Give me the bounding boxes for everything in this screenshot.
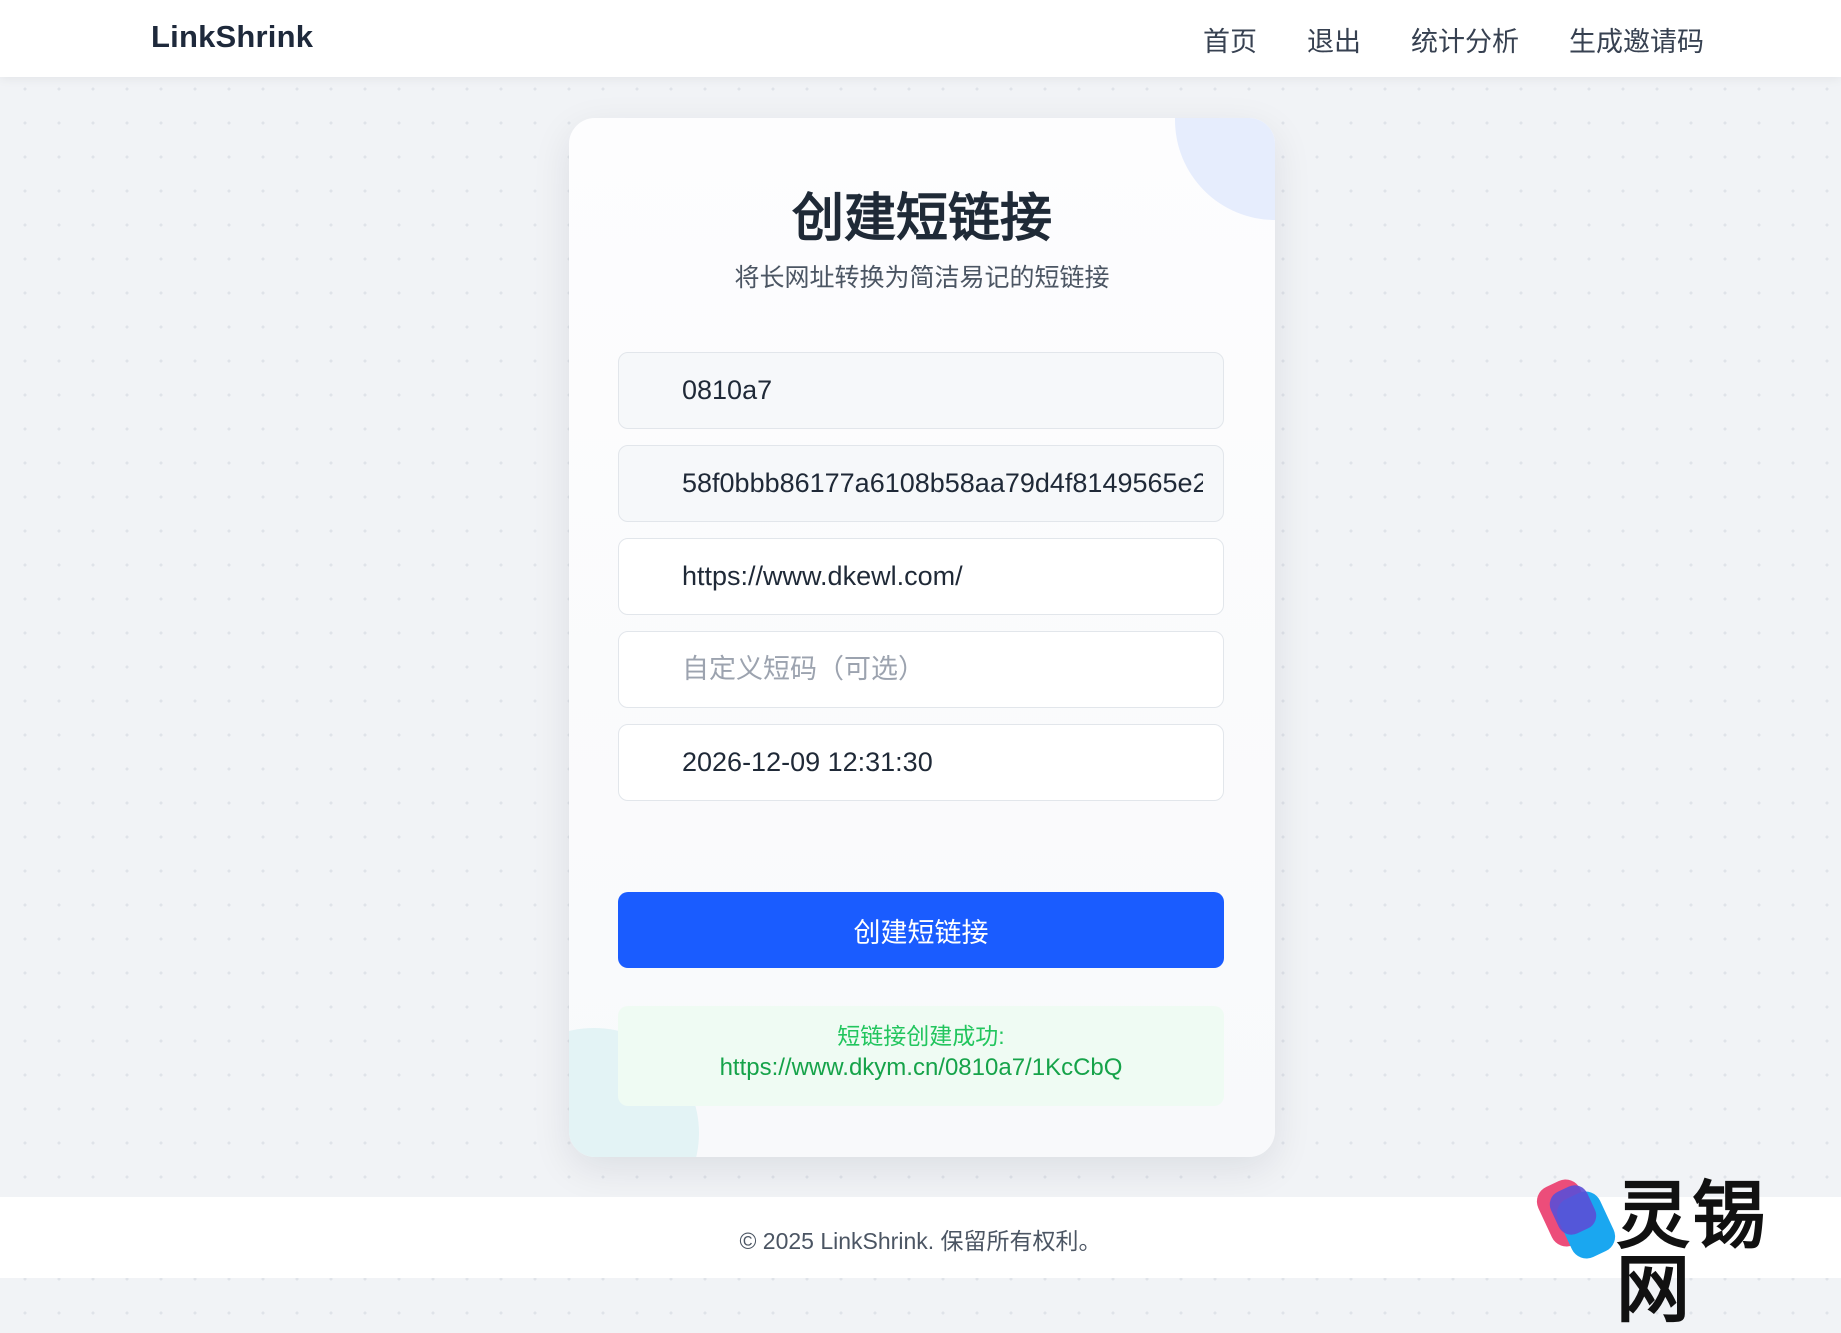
watermark-text: 灵锡网 <box>1616 1173 1768 1333</box>
expire-time-input[interactable] <box>618 724 1224 801</box>
nav-link-generate-invite-code[interactable]: 生成邀请码 <box>1569 20 1704 59</box>
watermark-logo: 灵锡网 <box>1530 1175 1830 1327</box>
long-url-input[interactable] <box>618 538 1224 615</box>
nav-link-statistics[interactable]: 统计分析 <box>1411 20 1519 59</box>
top-navbar: LinkShrink 首页 退出 统计分析 生成邀请码 <box>0 0 1841 77</box>
copyright-text: © 2025 LinkShrink. 保留所有权利。 <box>739 1228 1102 1254</box>
nav-links: 首页 退出 统计分析 生成邀请码 <box>1203 20 1704 59</box>
success-message: 短链接创建成功: <box>837 1023 1005 1049</box>
short-link-url[interactable]: https://www.dkym.cn/0810a7/1KcCbQ <box>720 1054 1123 1081</box>
page-title: 创建短链接 <box>791 190 1052 248</box>
nav-link-home[interactable]: 首页 <box>1203 20 1257 59</box>
nav-link-logout[interactable]: 退出 <box>1307 20 1361 59</box>
create-short-link-button[interactable]: 创建短链接 <box>618 892 1224 968</box>
code-field[interactable] <box>618 352 1224 429</box>
create-short-link-card: 创建短链接 将长网址转换为简洁易记的短链接 创建短链接 短链接创建成功: htt… <box>569 118 1275 1157</box>
token-field[interactable] <box>618 445 1224 522</box>
page-subtitle: 将长网址转换为简洁易记的短链接 <box>734 264 1110 292</box>
success-result-box: 短链接创建成功: https://www.dkym.cn/0810a7/1KcC… <box>618 1006 1224 1106</box>
brand-logo[interactable]: LinkShrink <box>151 19 313 55</box>
custom-code-input[interactable] <box>618 631 1224 708</box>
watermark-brand-icon <box>1536 1179 1616 1259</box>
